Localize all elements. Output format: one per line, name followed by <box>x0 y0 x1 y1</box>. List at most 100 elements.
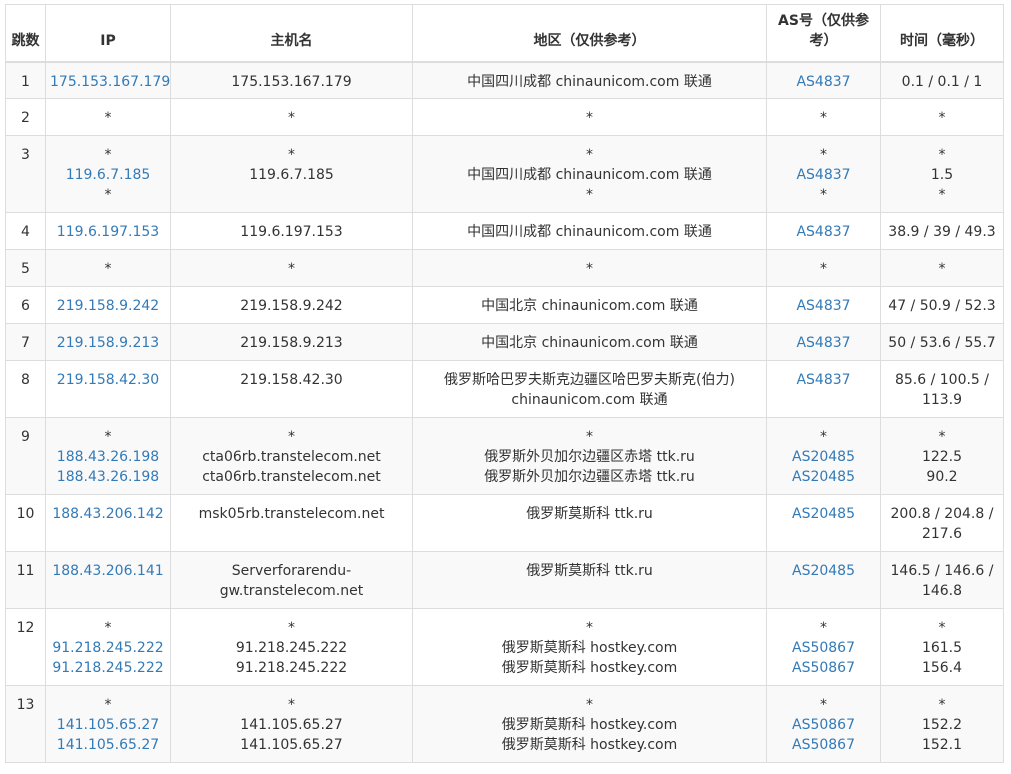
region-value: 俄罗斯莫斯科 hostkey.com <box>501 717 678 733</box>
ip-link[interactable]: 141.105.65.27 <box>50 735 166 755</box>
host-value: 219.158.42.30 <box>240 372 343 388</box>
time-value: 50 / 53.6 / 55.7 <box>888 335 996 351</box>
time-value: 156.4 <box>921 660 963 676</box>
hop-cell: 3 <box>5 135 46 213</box>
time-cell: 50 / 53.6 / 55.7 <box>880 323 1004 361</box>
ip-cell: * <box>45 249 171 287</box>
table-row: 1 175.153.167.179 175.153.167.179 中国四川成都 ch… <box>5 61 1004 99</box>
region-value: 中国四川成都 chinaunicom.com 联通 <box>467 224 712 240</box>
host-value: 219.158.9.213 <box>240 335 343 351</box>
hostname-cell: Serverforarendu-gw.transtelecom.net <box>170 551 413 609</box>
as-link[interactable]: AS50867 <box>771 638 876 658</box>
as-link[interactable]: AS4837 <box>771 165 876 185</box>
as-link[interactable]: AS50867 <box>771 715 876 735</box>
as-value: * <box>820 187 827 203</box>
as-link[interactable]: AS4837 <box>771 370 876 390</box>
as-value: * <box>820 429 827 445</box>
table-row: 4 119.6.197.153 119.6.197.153 中国四川成都 chinau… <box>5 212 1004 250</box>
time-value: * <box>938 697 946 713</box>
as-cell: AS4837 <box>766 212 881 250</box>
region-cell: 俄罗斯哈巴罗夫斯克边疆区哈巴罗夫斯克(伯力) chinaunicom.com 联… <box>412 360 767 418</box>
as-link[interactable]: AS20485 <box>771 467 876 487</box>
time-cell: 47 / 50.9 / 52.3 <box>880 286 1004 324</box>
hostname-cell: * <box>170 98 413 136</box>
hostname-cell: 175.153.167.179 <box>170 61 413 99</box>
hop-cell: 10 <box>5 494 46 552</box>
region-value: 中国北京 chinaunicom.com 联通 <box>481 335 698 351</box>
ip-cell: * <box>45 98 171 136</box>
host-value: 91.218.245.222 <box>235 640 348 656</box>
region-cell: * 俄罗斯外贝加尔边疆区赤塔 ttk.ru 俄罗斯外贝加尔边疆区赤塔 ttk.ru <box>412 417 767 495</box>
as-link[interactable]: AS20485 <box>771 447 876 467</box>
region-cell: 中国北京 chinaunicom.com 联通 <box>412 286 767 324</box>
hostname-cell: 219.158.9.242 <box>170 286 413 324</box>
ip-cell: 175.153.167.179 <box>45 61 171 99</box>
host-value: * <box>288 620 295 636</box>
hop-cell: 5 <box>5 249 46 287</box>
ip-link[interactable]: 219.158.9.242 <box>50 296 166 316</box>
as-link[interactable]: AS4837 <box>771 222 876 242</box>
host-value <box>175 185 408 205</box>
header-hostname: 主机名 <box>170 4 413 63</box>
region-cell: 中国北京 chinaunicom.com 联通 <box>412 323 767 361</box>
ip-value: * <box>104 429 112 445</box>
hostname-cell: * 141.105.65.27 141.105.65.27 <box>170 685 413 763</box>
table-row: 10 188.43.206.142 msk05rb.transtelecom.net… <box>5 494 1004 552</box>
region-value: * <box>586 261 593 277</box>
region-cell: * 中国四川成都 chinaunicom.com 联通 * <box>412 135 767 213</box>
ip-link[interactable]: 175.153.167.179 <box>50 72 170 92</box>
time-cell: * 161.5 156.4 <box>880 608 1004 686</box>
host-value: 119.6.7.185 <box>249 167 334 183</box>
ip-cell: 219.158.9.213 <box>45 323 171 361</box>
as-link[interactable]: AS20485 <box>771 561 876 581</box>
time-cell: * <box>880 249 1004 287</box>
ip-cell: 119.6.197.153 <box>45 212 171 250</box>
time-value: 1.5 <box>930 167 954 183</box>
ip-link[interactable]: 119.6.197.153 <box>50 222 166 242</box>
as-link[interactable]: AS4837 <box>771 72 876 92</box>
as-value: * <box>820 697 827 713</box>
hostname-cell: * 119.6.7.185 <box>170 135 413 213</box>
ip-link[interactable]: 188.43.26.198 <box>50 447 166 467</box>
ip-link[interactable]: 91.218.245.222 <box>50 638 166 658</box>
time-cell: 0.1 / 0.1 / 1 <box>880 61 1004 99</box>
as-link[interactable]: AS4837 <box>771 333 876 353</box>
region-value: 中国北京 chinaunicom.com 联通 <box>481 298 698 314</box>
hostname-cell: 219.158.9.213 <box>170 323 413 361</box>
host-value: Serverforarendu-gw.transtelecom.net <box>219 563 364 599</box>
region-value: * <box>586 147 593 163</box>
time-value: 85.6 / 100.5 / 113.9 <box>894 372 990 408</box>
ip-cell: 188.43.206.141 <box>45 551 171 609</box>
ip-link[interactable]: 219.158.42.30 <box>50 370 166 390</box>
region-cell: * 俄罗斯莫斯科 hostkey.com 俄罗斯莫斯科 hostkey.com <box>412 685 767 763</box>
as-link[interactable]: AS4837 <box>771 296 876 316</box>
region-value: 俄罗斯外贝加尔边疆区赤塔 ttk.ru <box>484 469 695 485</box>
region-cell: * 俄罗斯莫斯科 hostkey.com 俄罗斯莫斯科 hostkey.com <box>412 608 767 686</box>
ip-link[interactable]: 141.105.65.27 <box>50 715 166 735</box>
as-cell: * AS50867 AS50867 <box>766 608 881 686</box>
time-value: * <box>938 147 946 163</box>
table-header-row: 跳数 IP 主机名 地区（仅供参考） AS号（仅供参考） 时间（毫秒） <box>5 4 1004 63</box>
table-row: 8 219.158.42.30 219.158.42.30 俄罗斯哈巴罗夫斯克边疆区哈… <box>5 360 1004 418</box>
ip-link[interactable]: 119.6.7.185 <box>50 165 166 185</box>
ip-link[interactable]: 91.218.245.222 <box>50 658 166 678</box>
region-value: 中国四川成都 chinaunicom.com 联通 <box>467 73 712 90</box>
ip-link[interactable]: 188.43.206.141 <box>50 561 166 581</box>
table-row: 2 * * * * * <box>5 98 1004 136</box>
ip-link[interactable]: 219.158.9.213 <box>50 333 166 353</box>
hop-cell: 2 <box>5 98 46 136</box>
as-link[interactable]: AS20485 <box>771 504 876 524</box>
as-value: * <box>820 110 827 126</box>
host-value: 119.6.197.153 <box>240 224 343 240</box>
region-value: 俄罗斯莫斯科 hostkey.com <box>501 737 678 753</box>
region-cell: * <box>412 249 767 287</box>
region-value: * <box>586 187 593 203</box>
as-link[interactable]: AS50867 <box>771 735 876 755</box>
as-link[interactable]: AS50867 <box>771 658 876 678</box>
as-cell: AS4837 <box>766 286 881 324</box>
ip-link[interactable]: 188.43.26.198 <box>50 467 166 487</box>
hop-cell: 1 <box>5 61 46 99</box>
ip-link[interactable]: 188.43.206.142 <box>50 504 166 524</box>
host-value: * <box>288 147 295 163</box>
hostname-cell: * <box>170 249 413 287</box>
